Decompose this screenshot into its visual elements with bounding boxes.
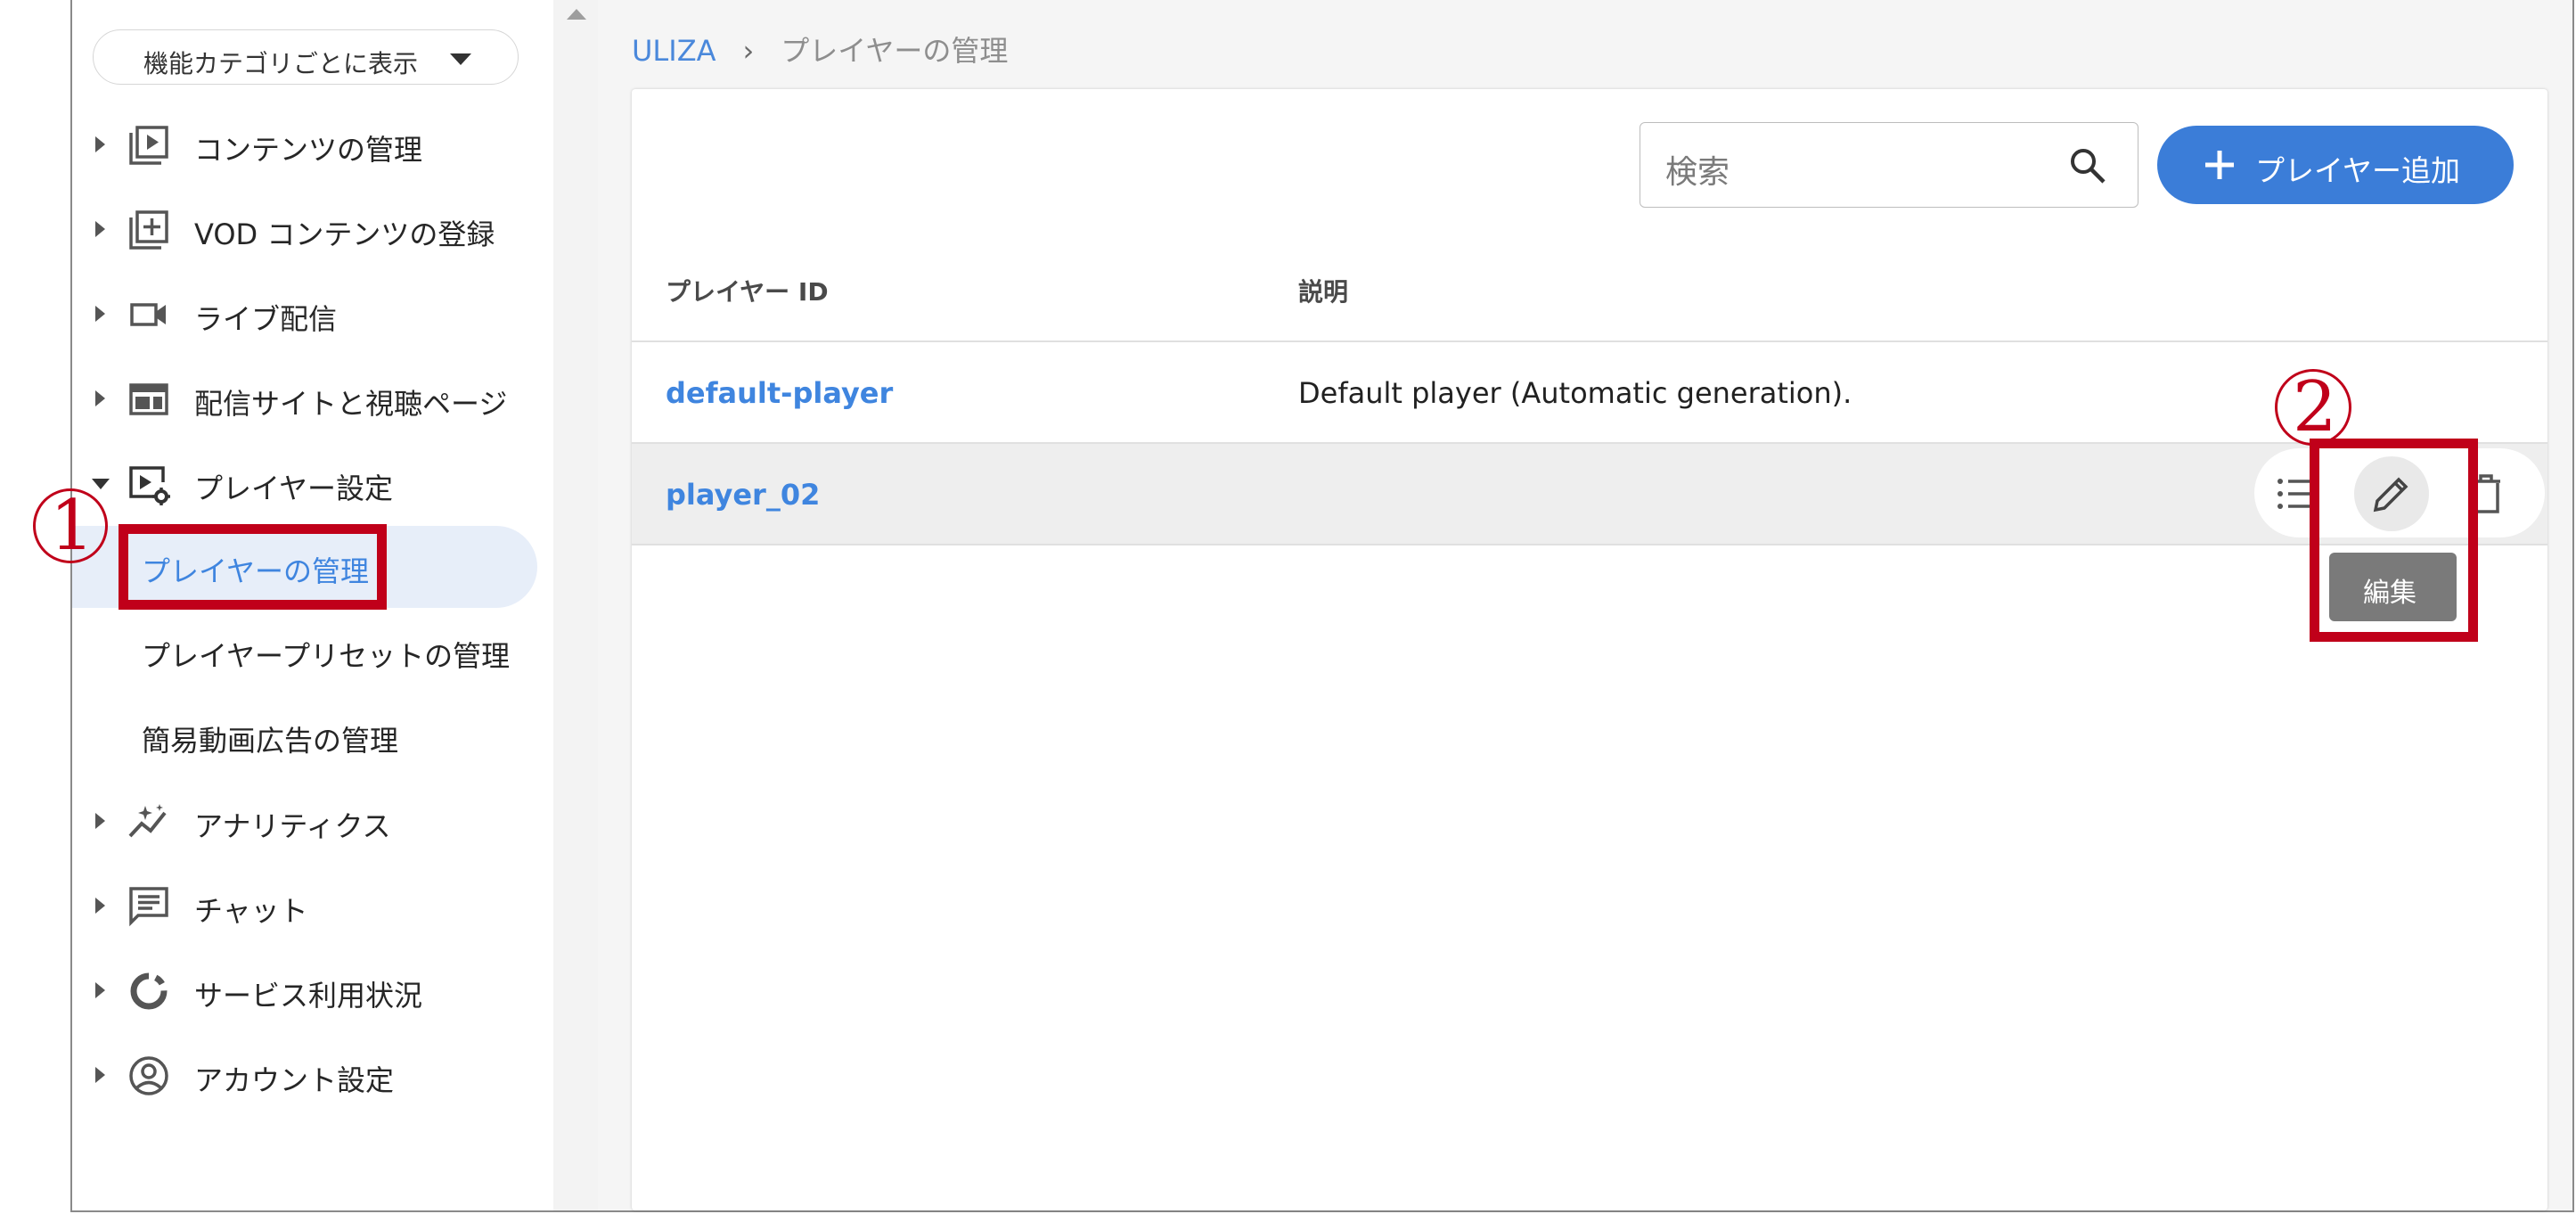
expand-arrow-icon [95, 982, 105, 998]
expand-arrow-icon [95, 898, 105, 914]
chevron-down-icon [450, 53, 471, 65]
sidebar-subitem-player-presets[interactable]: プレイヤープリセットの管理 [72, 611, 553, 693]
sidebar-item-chat[interactable]: チャット [72, 865, 553, 945]
breadcrumb-current: プレイヤーの管理 [781, 34, 1009, 68]
sidebar-item-service-usage[interactable]: サービス利用状況 [72, 949, 553, 1029]
sidebar-item-player-settings[interactable]: プレイヤー設定 [72, 442, 553, 522]
videocam-icon [130, 303, 166, 326]
sidebar-subitem-label: 簡易動画広告の管理 [142, 724, 399, 758]
table-row[interactable]: default-player Default player (Automatic… [632, 342, 2547, 442]
breadcrumb-separator: › [742, 34, 755, 68]
category-view-select-label: 機能カテゴリごとに表示 [143, 49, 419, 78]
sidebar-item-label: 配信サイトと視聴ページ [194, 387, 508, 421]
expand-arrow-icon [95, 136, 105, 152]
add-box-icon [129, 210, 168, 250]
sidebar-item-distribution-sites[interactable]: 配信サイトと視聴ページ [72, 357, 553, 438]
content-card [632, 89, 2547, 1210]
step1-number: 1 [50, 486, 94, 566]
sidebar-item-label: アナリティクス [194, 809, 391, 843]
sidebar-item-vod-registration[interactable]: VOD コンテンツの登録 [72, 188, 553, 268]
step2-number: 2 [2293, 367, 2337, 447]
category-view-select[interactable]: 機能カテゴリごとに表示 [93, 29, 519, 85]
sidebar-item-analytics[interactable]: アナリティクス [72, 780, 553, 860]
sidebar-item-label: VOD コンテンツの登録 [194, 217, 495, 251]
account-circle-icon [129, 1056, 168, 1095]
sidebar-item-account-settings[interactable]: アカウント設定 [72, 1034, 553, 1114]
scroll-up-icon[interactable] [567, 9, 586, 20]
column-header-player-id[interactable]: プレイヤー ID [666, 273, 829, 308]
web-layout-icon [129, 383, 168, 415]
column-header-description[interactable]: 説明 [1298, 273, 1348, 308]
breadcrumb: ULIZA › プレイヤーの管理 [632, 29, 1008, 70]
player-id-link[interactable]: player_02 [666, 478, 820, 512]
step1-highlight-box [119, 524, 387, 610]
sidebar-scrollbar[interactable] [553, 0, 598, 1210]
search-icon[interactable] [2066, 144, 2109, 187]
sidebar-item-content-management[interactable]: コンテンツの管理 [72, 103, 553, 184]
search-input[interactable]: 検索 [1640, 122, 2138, 208]
sidebar-item-label: アカウント設定 [194, 1063, 395, 1097]
donut-icon [130, 972, 168, 1010]
sidebar-item-label: チャット [194, 894, 308, 928]
sidebar-item-label: ライブ配信 [194, 302, 338, 336]
player-id-link[interactable]: default-player [666, 376, 893, 410]
expand-arrow-icon [95, 221, 105, 237]
expand-arrow-icon [95, 1067, 105, 1083]
sidebar-item-label: サービス利用状況 [194, 979, 423, 1013]
breadcrumb-root-link[interactable]: ULIZA [632, 34, 716, 68]
expand-arrow-icon [95, 390, 105, 406]
collapse-arrow-icon [92, 479, 110, 489]
video-library-icon [129, 126, 168, 165]
player-description: Default player (Automatic generation). [1298, 376, 1852, 410]
plus-icon [2205, 151, 2234, 179]
sidebar-subitem-label: プレイヤープリセットの管理 [142, 639, 511, 673]
analytics-icon [128, 804, 167, 838]
step2-highlight-box [2310, 439, 2478, 642]
sidebar-item-live[interactable]: ライブ配信 [72, 273, 553, 353]
chat-icon [129, 887, 168, 927]
add-player-button-label: プレイヤー追加 [2255, 153, 2461, 188]
expand-arrow-icon [95, 306, 105, 322]
sidebar-item-label: コンテンツの管理 [194, 133, 423, 167]
sidebar-subitem-video-ads[interactable]: 簡易動画広告の管理 [72, 695, 553, 777]
search-placeholder: 検索 [1665, 154, 1730, 191]
sidebar-item-label: プレイヤー設定 [194, 472, 394, 505]
add-player-button[interactable]: プレイヤー追加 [2157, 126, 2514, 204]
player-settings-icon [129, 466, 170, 505]
expand-arrow-icon [95, 813, 105, 829]
row-divider [632, 544, 2547, 545]
